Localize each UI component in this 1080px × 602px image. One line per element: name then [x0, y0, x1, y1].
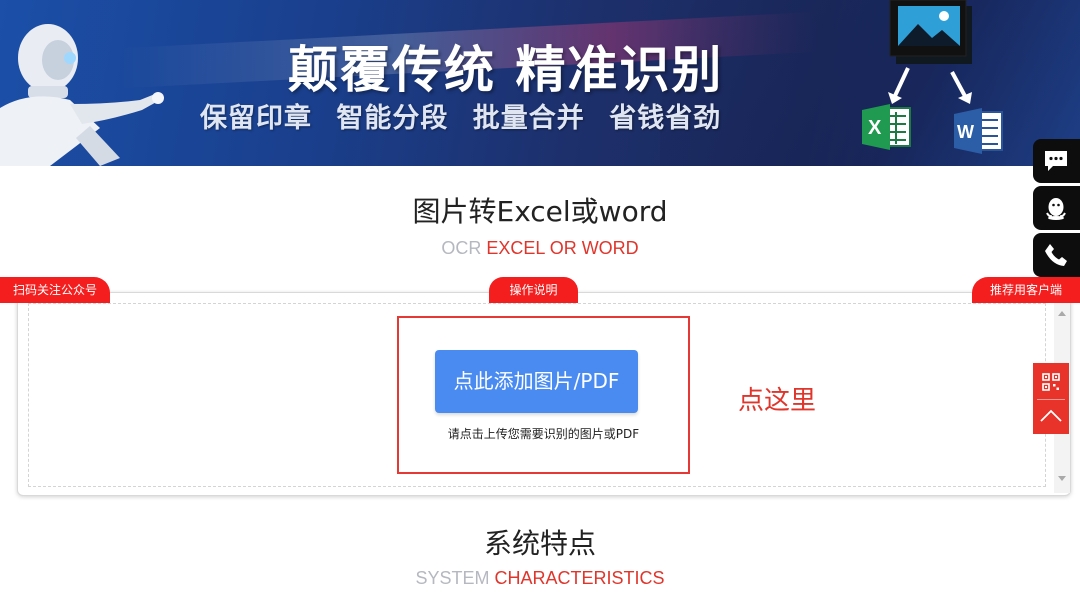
chat-icon — [1045, 151, 1067, 171]
instructions-tab[interactable]: 操作说明 — [489, 277, 578, 303]
chat-button[interactable] — [1033, 139, 1080, 183]
subtitle-red-part: EXCEL OR WORD — [486, 238, 639, 258]
image-document-icon — [889, 0, 972, 64]
features-subtitle: SYSTEM CHARACTERISTICS — [0, 568, 1080, 589]
qq-button[interactable] — [1033, 186, 1080, 230]
svg-text:X: X — [868, 117, 882, 139]
recommend-client-tab[interactable]: 推荐用客户端 — [972, 277, 1080, 303]
robot-illustration — [0, 24, 164, 166]
top-banner: 颠覆传统 精准识别 保留印章 智能分段 批量合并 省钱省劲 X W — [0, 0, 1080, 166]
scroll-down-arrow-icon[interactable] — [1058, 476, 1066, 481]
qq-icon — [1046, 198, 1066, 220]
excel-icon: X — [862, 104, 911, 150]
side-tools-separator — [1037, 399, 1065, 400]
banner-title: 颠覆传统 精准识别 — [288, 41, 724, 99]
side-tools-bar — [1033, 363, 1069, 434]
phone-button[interactable] — [1033, 233, 1080, 277]
click-here-annotation: 点这里 — [738, 386, 817, 416]
qrcode-icon[interactable] — [1042, 373, 1060, 391]
upload-hint: 请点击上传您需要识别的图片或PDF — [447, 427, 640, 441]
features-title: 系统特点 — [483, 527, 596, 560]
page-subtitle: OCR EXCEL OR WORD — [0, 238, 1080, 259]
follow-wechat-tab[interactable]: 扫码关注公众号 — [0, 277, 110, 303]
back-to-top-icon[interactable] — [1039, 409, 1063, 423]
page-title: 图片转Excel或word — [412, 195, 668, 228]
svg-text:W: W — [957, 122, 974, 142]
banner-subtitle: 保留印章 智能分段 批量合并 省钱省劲 — [200, 103, 722, 134]
scroll-up-arrow-icon[interactable] — [1058, 311, 1066, 316]
add-image-pdf-button[interactable]: 点此添加图片/PDF — [435, 350, 638, 413]
features-subtitle-grey: SYSTEM — [415, 568, 490, 588]
features-subtitle-red: CHARACTERISTICS — [494, 568, 665, 588]
word-icon: W — [954, 108, 1003, 154]
phone-icon — [1045, 244, 1067, 266]
subtitle-grey-part: OCR — [441, 238, 482, 258]
